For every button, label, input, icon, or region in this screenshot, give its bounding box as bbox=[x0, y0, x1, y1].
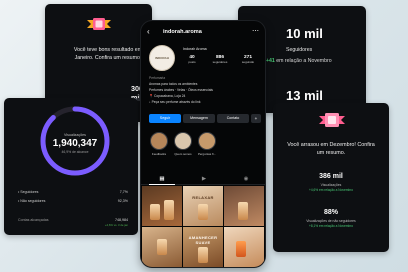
perfume-bottle-image bbox=[238, 202, 248, 220]
perfume-bottle-image bbox=[236, 241, 246, 257]
post-thumbnail[interactable] bbox=[224, 186, 264, 226]
followers-trend-text: em relação a Novembro bbox=[276, 58, 332, 64]
december-metric2-caption: Visualizações de não seguidores bbox=[306, 219, 356, 223]
january-headline: Você teve bons resultado em Janeiro. Con… bbox=[73, 47, 143, 62]
back-arrow-icon[interactable]: ‹ bbox=[147, 27, 150, 36]
highlight-cover bbox=[174, 132, 192, 150]
december-metric1-value: 386 mil bbox=[319, 173, 343, 180]
tagged-icon[interactable]: ◉ bbox=[225, 176, 265, 182]
legend-row-followers: • Seguidores 7,7% bbox=[18, 190, 128, 198]
legend-label: • Seguidores bbox=[18, 190, 39, 194]
post-thumbnail[interactable] bbox=[142, 186, 182, 226]
highlight-cover bbox=[198, 132, 216, 150]
post-thumbnail[interactable] bbox=[142, 227, 182, 267]
summary-illustration-icon bbox=[87, 18, 111, 30]
message-button[interactable]: Mensagem bbox=[183, 114, 215, 123]
post-caption: RELAXAR bbox=[192, 195, 214, 200]
post-thumbnail[interactable]: RELAXAR bbox=[183, 186, 223, 226]
ring-caption: Visualizações bbox=[64, 133, 86, 137]
perfume-bottle-image bbox=[157, 239, 167, 255]
perfume-bottle-image bbox=[198, 247, 208, 263]
december-summary-card: Você arrasou em Dezembro! Confira um res… bbox=[273, 103, 389, 252]
contact-button[interactable]: Contato bbox=[217, 114, 249, 123]
reels-icon[interactable]: ▶ bbox=[183, 176, 225, 182]
legend-value: 92,3% bbox=[117, 199, 128, 203]
profile-tabs: ▦ ▶ ◉ bbox=[141, 175, 265, 185]
highlight-label: Perguntas fr... bbox=[198, 152, 216, 156]
highlight-label: Feedbacks bbox=[151, 152, 167, 156]
profile-username: indorah.aroma bbox=[163, 29, 202, 35]
instagram-profile-phone: ‹ indorah.aroma ⋯ INDORAH Indorah Aroma … bbox=[140, 20, 266, 268]
reached-accounts-label: Contas alcançadas bbox=[18, 218, 49, 222]
follow-button[interactable]: Seguir bbox=[149, 114, 181, 123]
highlight-feedbacks[interactable]: Feedbacks bbox=[149, 132, 169, 156]
highlight-cover bbox=[150, 132, 168, 150]
december-metric1-caption: Visualizações bbox=[320, 183, 342, 187]
ring-value: 1,940,347 bbox=[52, 138, 98, 149]
reached-accounts-value: 748,984 bbox=[115, 218, 128, 222]
bio-category: Perfumaria bbox=[149, 76, 166, 80]
followers-label: Seguidores bbox=[286, 47, 313, 53]
bio-line: Perfumes árabes · Velas · Óleos essencia… bbox=[149, 88, 213, 92]
stat-posts[interactable]: 40 posts bbox=[181, 55, 203, 64]
perfume-bottle-image bbox=[198, 204, 208, 220]
december-metric1-trend: +4,6% em relação a Novembro bbox=[308, 188, 354, 192]
profile-display-name: Indorah Aroma bbox=[183, 47, 207, 51]
second-metric-value: 13 mil bbox=[286, 88, 323, 103]
grid-icon[interactable]: ▦ bbox=[141, 176, 183, 182]
stat-following[interactable]: 271 seguindo bbox=[237, 55, 259, 64]
ring-subtitle: 46,9% de alcance bbox=[61, 150, 89, 154]
followers-value: 10 mil bbox=[286, 26, 323, 41]
highlight-label: Quem somos bbox=[174, 152, 192, 156]
views-ring-card: Visualizações 1,940,347 46,9% de alcance… bbox=[4, 98, 138, 235]
highlight-faq[interactable]: Perguntas fr... bbox=[197, 132, 217, 156]
legend-value: 7,7% bbox=[119, 190, 128, 194]
add-person-icon[interactable]: + bbox=[251, 114, 261, 123]
perfume-bottle-image bbox=[150, 204, 160, 220]
bio-line: 📍 Copacabana, Loja 24 bbox=[149, 94, 186, 98]
post-thumbnail[interactable]: AMANHECER SUAVE bbox=[183, 227, 223, 267]
active-tab-indicator bbox=[149, 184, 175, 185]
stat-label: seguindo bbox=[241, 60, 255, 64]
legend-row-non-followers: • Não seguidores 92,3% bbox=[18, 199, 128, 207]
reached-accounts-trend: +4,6% vs. 3 de jan bbox=[104, 223, 128, 227]
december-metric2-value: 88% bbox=[323, 209, 338, 216]
december-metric2-trend: +8,1% em relação a Novembro bbox=[308, 224, 354, 228]
avatar[interactable]: INDORAH bbox=[149, 45, 175, 71]
stat-label: posts bbox=[188, 60, 196, 64]
reached-accounts-row: Contas alcançadas 748,984 +4,6% vs. 3 de… bbox=[18, 218, 128, 227]
bio-line: Aromas para todos os ambientes bbox=[149, 82, 198, 86]
stat-followers[interactable]: 886 seguidores bbox=[209, 55, 231, 64]
summary-illustration-icon bbox=[319, 113, 345, 127]
more-menu-icon[interactable]: ⋯ bbox=[252, 27, 259, 35]
bio-line: ↓ Peça seu perfume através do link bbox=[149, 100, 201, 104]
perfume-bottle-image bbox=[164, 200, 174, 220]
followers-trend: +41 em relação a Novembro bbox=[266, 58, 332, 64]
post-thumbnail[interactable] bbox=[224, 227, 264, 267]
highlight-about[interactable]: Quem somos bbox=[173, 132, 193, 156]
profile-top-bar: ‹ indorah.aroma ⋯ bbox=[141, 27, 265, 39]
post-caption: AMANHECER SUAVE bbox=[188, 235, 218, 245]
december-headline: Você arrasou em Dezembro! Confira um res… bbox=[287, 142, 375, 157]
legend-label: • Não seguidores bbox=[18, 199, 46, 203]
followers-trend-up: +41 bbox=[266, 58, 275, 64]
avatar-monogram: INDORAH bbox=[155, 56, 169, 60]
stat-label: seguidores bbox=[212, 60, 228, 64]
